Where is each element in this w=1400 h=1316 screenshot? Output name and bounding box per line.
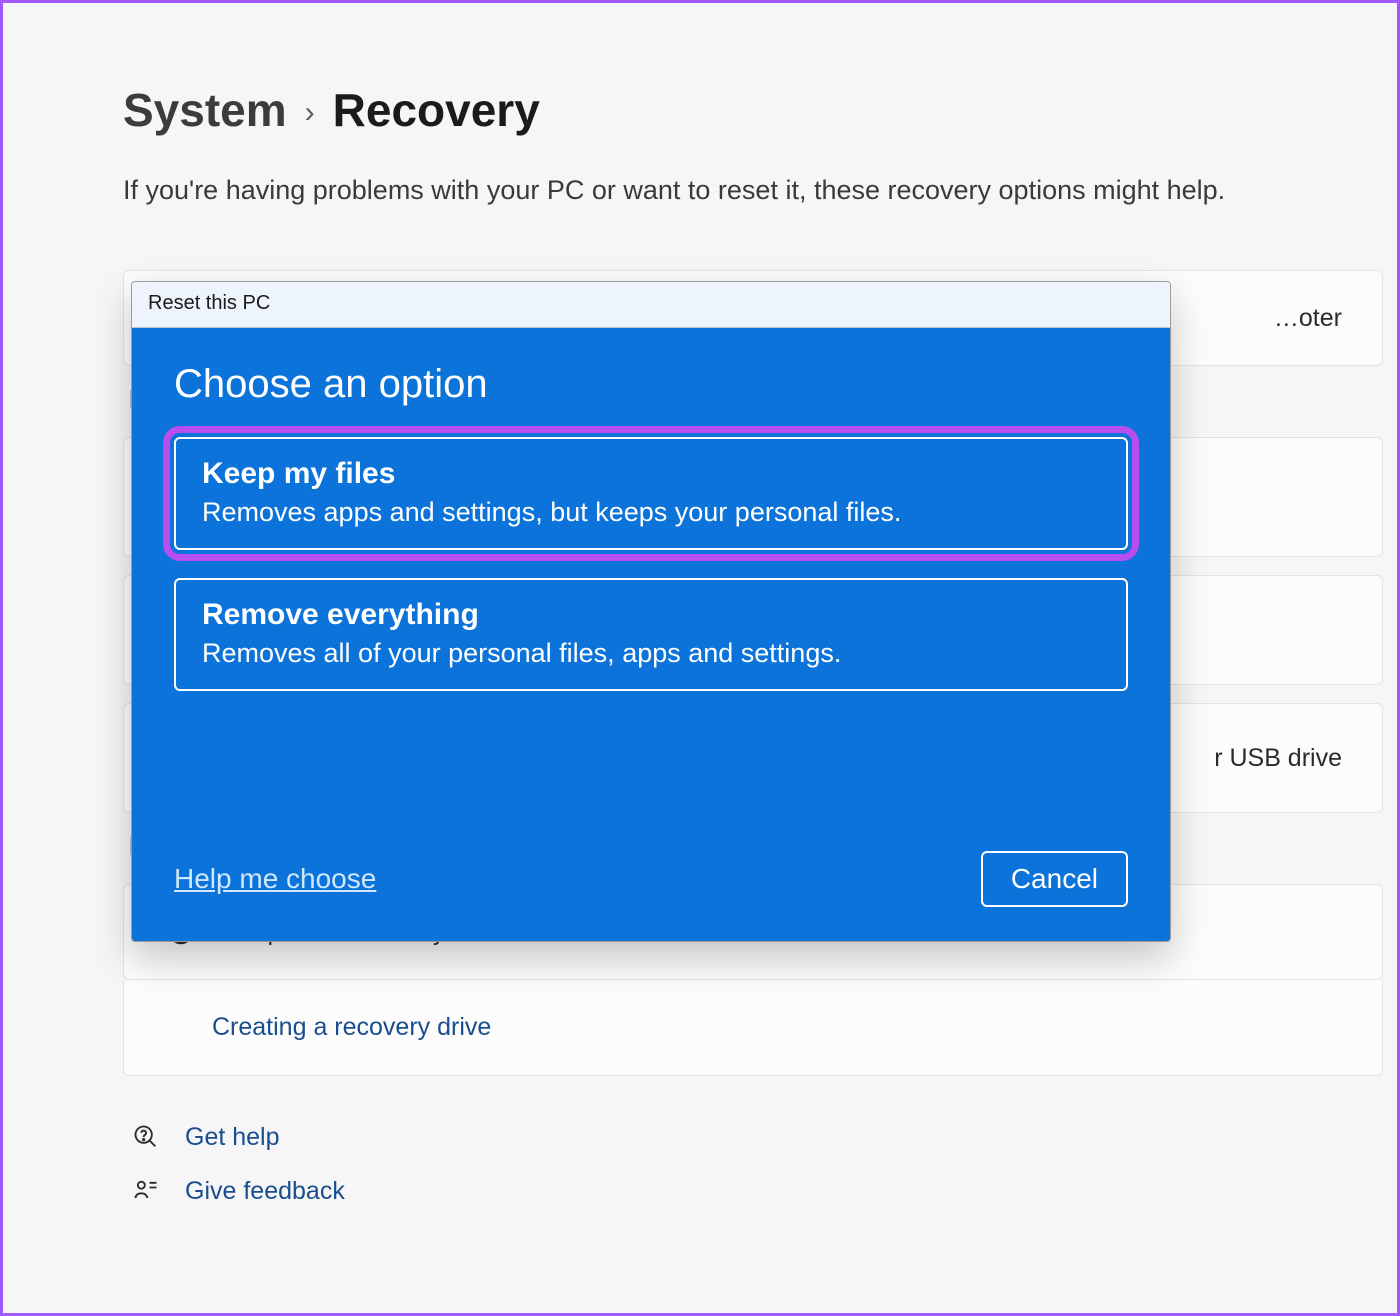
dialog-window-title: Reset this PC bbox=[148, 292, 270, 314]
breadcrumb-parent[interactable]: System bbox=[123, 83, 287, 137]
feedback-icon bbox=[129, 1174, 163, 1208]
chevron-right-icon: › bbox=[305, 96, 315, 130]
creating-recovery-drive-link[interactable]: Creating a recovery drive bbox=[123, 980, 1383, 1076]
help-icon bbox=[129, 1120, 163, 1154]
option-title: Keep my files bbox=[202, 457, 1100, 491]
link-creating-recovery-drive[interactable]: Creating a recovery drive bbox=[212, 1013, 491, 1042]
dialog-heading: Choose an option bbox=[174, 362, 1128, 407]
settings-recovery-page: System › Recovery If you're having probl… bbox=[0, 0, 1400, 1316]
cancel-button[interactable]: Cancel bbox=[981, 851, 1128, 907]
dialog-titlebar: Reset this PC bbox=[132, 282, 1170, 328]
help-me-choose-link[interactable]: Help me choose bbox=[174, 863, 376, 895]
breadcrumb-current: Recovery bbox=[333, 83, 540, 137]
option-description: Removes apps and settings, but keeps you… bbox=[202, 497, 1100, 528]
page-description: If you're having problems with your PC o… bbox=[123, 171, 1343, 210]
reset-this-pc-dialog: Reset this PC Choose an option Keep my f… bbox=[131, 281, 1171, 942]
option-description: Removes all of your personal files, apps… bbox=[202, 638, 1100, 669]
get-help-link[interactable]: Get help bbox=[185, 1123, 280, 1152]
give-feedback-link[interactable]: Give feedback bbox=[185, 1177, 345, 1206]
option-title: Remove everything bbox=[202, 598, 1100, 632]
footer-help-links: Get help Give feedback bbox=[123, 1110, 1397, 1218]
option-remove-everything[interactable]: Remove everything Removes all of your pe… bbox=[174, 578, 1128, 691]
option-keep-my-files[interactable]: Keep my files Removes apps and settings,… bbox=[174, 437, 1128, 550]
breadcrumb: System › Recovery bbox=[123, 83, 1397, 137]
